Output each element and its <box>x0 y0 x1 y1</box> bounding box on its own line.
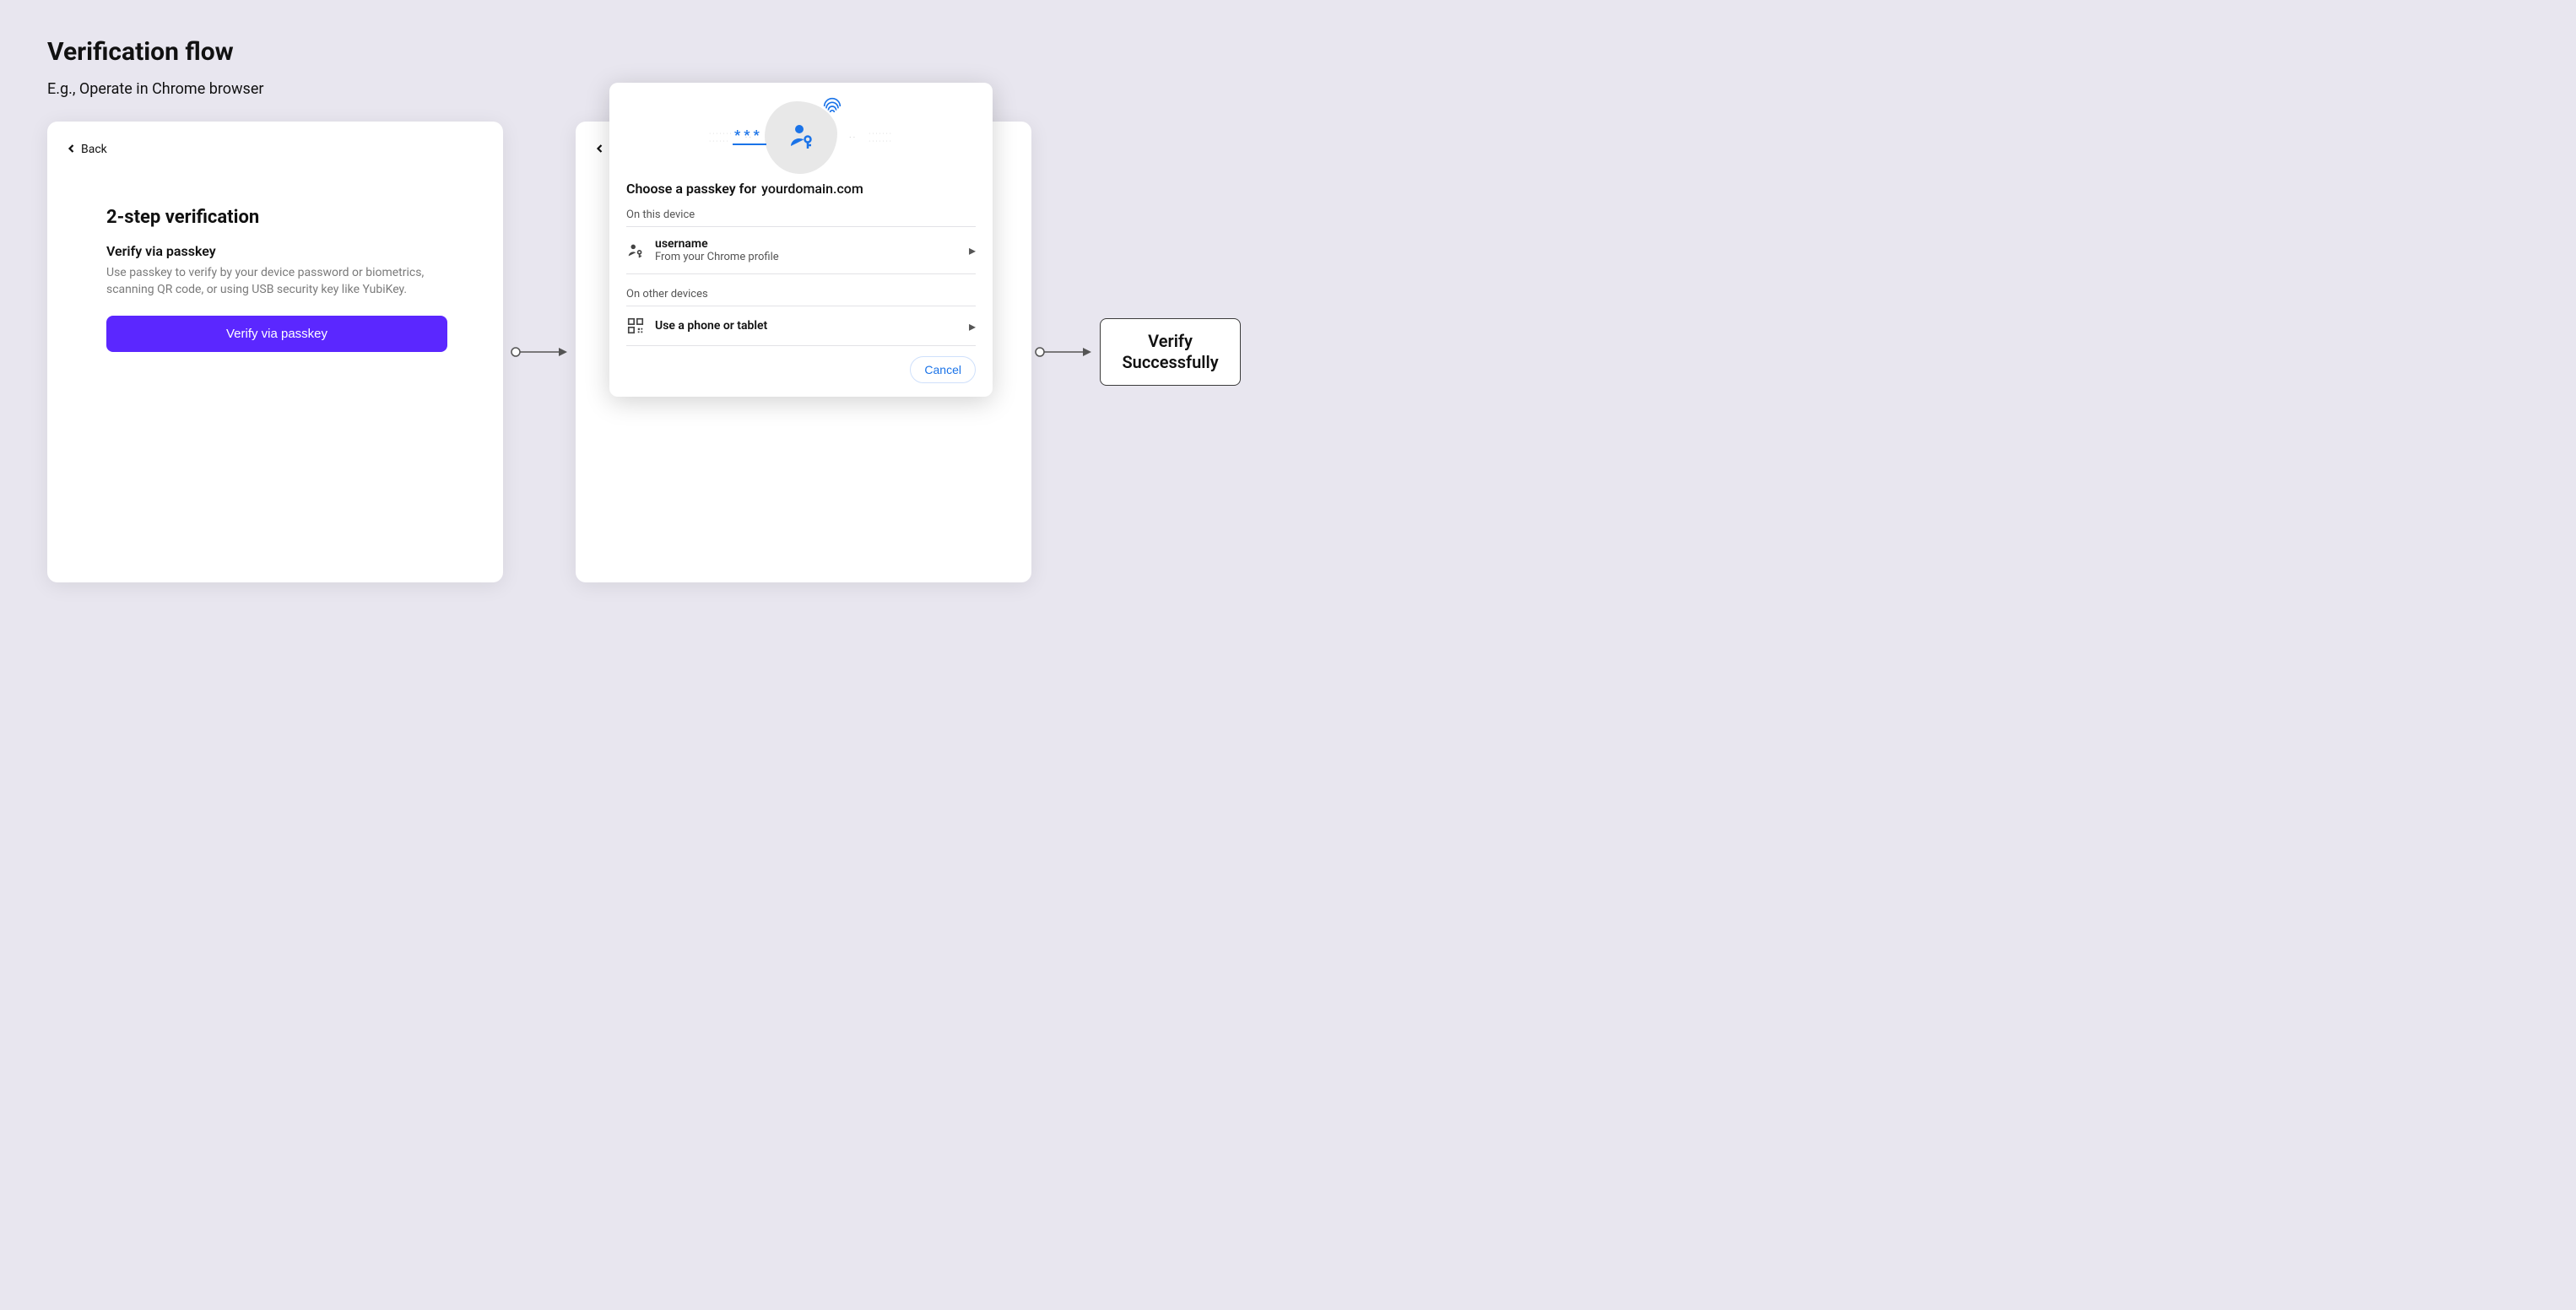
fingerprint-icon <box>820 95 844 118</box>
back-link[interactable]: Back <box>68 143 107 156</box>
back-label: Back <box>81 143 107 156</box>
step-card-2-stack: Back ············· ·· *** <box>576 122 1027 582</box>
passkey-option-title: username <box>655 237 779 251</box>
passkey-blob-icon: *** <box>765 101 837 174</box>
passkey-illustration: ············· ·· *** <box>626 100 976 176</box>
chevron-right-icon: ▸ <box>969 242 976 258</box>
verify-via-passkey-button[interactable]: Verify via passkey <box>106 316 447 352</box>
step-card-1: Back 2-step verification Verify via pass… <box>47 122 503 582</box>
passkey-title-prefix: Choose a passkey for <box>626 181 756 197</box>
passkey-group-this-device: On this device <box>626 208 976 221</box>
passkey-dialog: ············· ·· *** <box>609 83 993 397</box>
cancel-button[interactable]: Cancel <box>910 356 976 383</box>
step1-subheading: Verify via passkey <box>106 243 444 259</box>
flow-connector-1 <box>510 346 569 358</box>
chevron-left-icon <box>68 143 76 156</box>
verification-flow-diagram: Verification flow E.g., Operate in Chrom… <box>0 0 1288 655</box>
result-line1: Verify <box>1119 331 1221 352</box>
person-key-icon <box>786 121 816 154</box>
result-chip: Verify Successfully <box>1100 318 1241 386</box>
step1-description: Use passkey to verify by your device pas… <box>106 264 444 299</box>
flow-connector-2 <box>1034 346 1093 358</box>
step1-heading: 2-step verification <box>106 207 444 228</box>
underline-icon <box>733 143 766 145</box>
chevron-right-icon: ▸ <box>969 318 976 334</box>
passkey-group-other-devices: On other devices <box>626 288 976 300</box>
asterisks-icon: *** <box>734 127 763 143</box>
passkey-option-title: Use a phone or tablet <box>655 319 767 333</box>
passkey-domain: yourdomain.com <box>761 181 863 197</box>
passkey-option-chrome-profile[interactable]: username From your Chrome profile ▸ <box>626 226 976 274</box>
qr-code-icon <box>626 317 645 335</box>
flow-row: Back 2-step verification Verify via pass… <box>47 122 1241 582</box>
result-line2: Successfully <box>1119 352 1221 373</box>
passkey-option-subtitle: From your Chrome profile <box>655 251 779 263</box>
chevron-left-icon <box>596 143 604 156</box>
passkey-option-phone-or-tablet[interactable]: Use a phone or tablet ▸ <box>626 306 976 346</box>
person-key-icon <box>626 241 645 260</box>
passkey-dialog-title: Choose a passkey for yourdomain.com <box>626 181 976 197</box>
page-title: Verification flow <box>47 37 1241 67</box>
